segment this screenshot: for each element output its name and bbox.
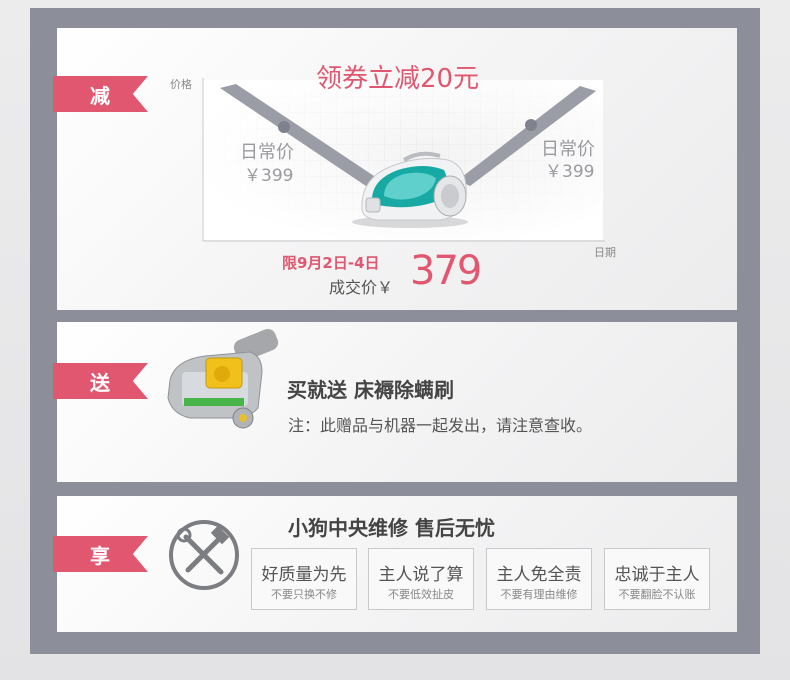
service-card-loyalty: 忠诚于主人 不要翻脸不认账: [604, 548, 710, 610]
y-axis-label: 价格: [170, 78, 192, 91]
service-card-owner: 主人说了算 不要低效扯皮: [368, 548, 474, 610]
card-title: 好质量为先: [261, 565, 347, 585]
service-card-liability: 主人免全责 不要有理由维修: [486, 548, 592, 610]
price-point-right: [525, 119, 537, 131]
card-subtitle: 不要翻脸不认账: [618, 588, 696, 601]
card-title: 主人免全责: [496, 565, 582, 585]
card-subtitle: 不要低效扯皮: [388, 588, 454, 601]
coupon-title: 领券立减20元: [316, 64, 480, 94]
regular-price-left: ￥399: [244, 166, 294, 186]
card-title: 忠诚于主人: [614, 565, 700, 585]
promo-date-range: 限9月2日-4日: [282, 254, 380, 272]
regular-price-right: ￥399: [545, 162, 595, 182]
deal-price: 379: [410, 248, 482, 294]
gift-note: 注：此赠品与机器一起发出，请注意查收。: [288, 416, 593, 435]
x-axis-label: 日期: [594, 246, 616, 259]
gift-title: 买就送 床褥除螨刷: [287, 378, 454, 402]
card-subtitle: 不要只换不修: [271, 588, 337, 601]
card-subtitle: 不要有理由维修: [500, 588, 578, 601]
service-card-quality: 好质量为先 不要只换不修: [251, 548, 357, 610]
service-title: 小狗中央维修 售后无忧: [288, 516, 495, 540]
card-title: 主人说了算: [378, 565, 464, 585]
price-point-left: [278, 121, 290, 133]
deal-price-label: 成交价￥: [329, 278, 394, 297]
